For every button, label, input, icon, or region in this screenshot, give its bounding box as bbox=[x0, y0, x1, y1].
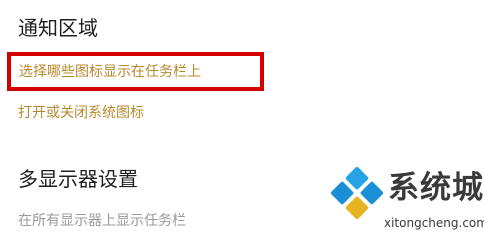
watermark-brand-text: 系统城 bbox=[388, 170, 484, 206]
watermark: 系统城 xitongcheng.com bbox=[326, 164, 484, 236]
watermark-site-text: xitongcheng.com bbox=[384, 216, 484, 230]
select-taskbar-icons-link[interactable]: 选择哪些图标显示在任务栏上 bbox=[19, 63, 201, 81]
section-title-notification-area: 通知区域 bbox=[18, 16, 98, 40]
toggle-system-icons-link[interactable]: 打开或关闭系统图标 bbox=[18, 104, 144, 122]
show-taskbar-all-displays-label: 在所有显示器上显示任务栏 bbox=[18, 213, 186, 229]
xitongcheng-logo-icon bbox=[330, 166, 384, 220]
section-title-multiple-displays: 多显示器设置 bbox=[18, 167, 138, 191]
